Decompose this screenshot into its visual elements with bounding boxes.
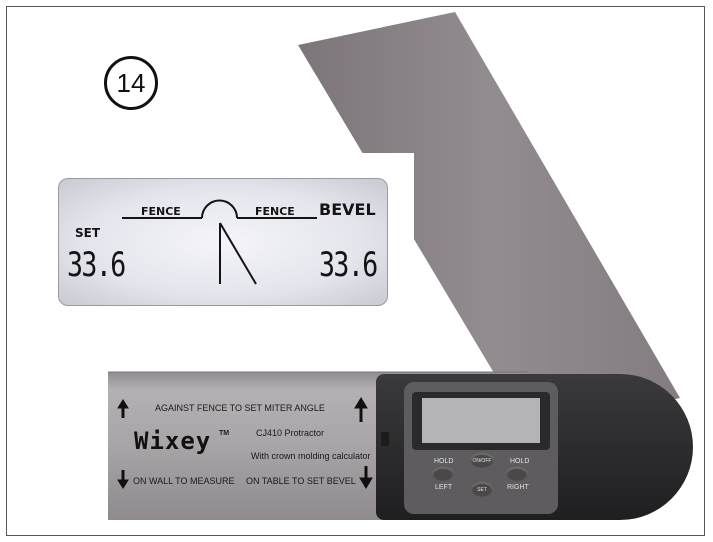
hold-left-top-label: HOLD	[434, 458, 454, 465]
lcd-angle-needle	[219, 222, 257, 285]
hold-left-bottom-label: LEFT	[435, 484, 453, 491]
lcd-fence-right-label: FENCE	[255, 205, 295, 218]
lcd-set-label: SET	[75, 226, 101, 240]
device-lcd	[422, 398, 540, 443]
brand-trademark: TM	[219, 430, 230, 437]
feature-text: With crown molding calculator	[251, 451, 371, 461]
hold-right-bottom-label: RIGHT	[507, 484, 529, 491]
step-number-badge: 14	[104, 56, 158, 110]
base-bottom-left-instruction: ON WALL TO MEASURE	[133, 476, 235, 486]
hold-right-top-label: HOLD	[510, 458, 530, 465]
model-name: CJ410 Protractor	[256, 428, 325, 438]
lcd-bevel-label: BEVEL	[319, 200, 376, 219]
lcd-value-right: 33.6	[319, 245, 378, 285]
lcd-fence-left-label: FENCE	[141, 205, 181, 218]
lcd-fence-graphic	[122, 199, 317, 285]
brand-logo: Wixey	[134, 427, 212, 455]
set-button[interactable]: SET	[471, 482, 493, 497]
lcd-value-left: 33.6	[67, 245, 126, 285]
lcd-zoom-screen: FENCE FENCE BEVEL SET 33.6 33.6	[58, 178, 388, 306]
base-top-instruction: AGAINST FENCE TO SET MITER ANGLE	[155, 403, 325, 413]
lcd-zoom-panel: FENCE FENCE BEVEL SET 33.6 33.6	[48, 153, 414, 314]
base-bottom-right-instruction: ON TABLE TO SET BEVEL	[246, 476, 356, 486]
onoff-button[interactable]: ON/OFF	[470, 453, 494, 468]
hold-right-button[interactable]	[506, 467, 528, 481]
hold-left-button[interactable]	[432, 467, 454, 481]
